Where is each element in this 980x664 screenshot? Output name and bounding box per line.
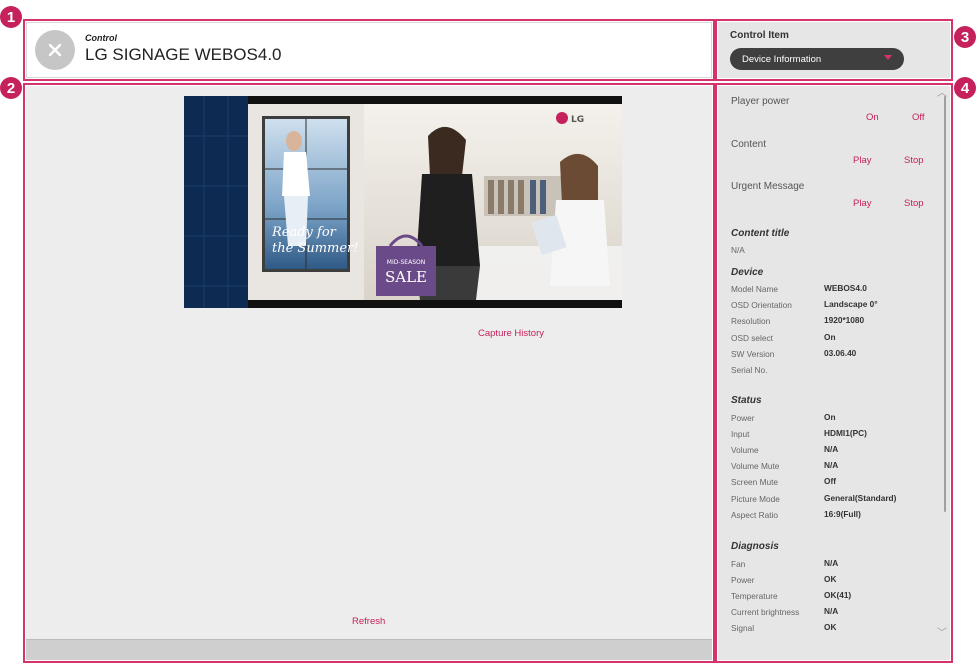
chevron-down-icon[interactable]: ﹀ xyxy=(937,624,947,639)
status-row-value: On xyxy=(824,412,836,422)
status-heading: Status xyxy=(731,395,762,406)
page-title: LG SIGNAGE WEBOS4.0 xyxy=(85,45,282,64)
player-power-off-button[interactable]: Off xyxy=(912,112,925,123)
header-small-label: Control xyxy=(85,33,117,43)
player-power-on-button[interactable]: On xyxy=(866,112,879,123)
diagnosis-row-label: Fan xyxy=(731,559,746,569)
main-footer-bar xyxy=(26,639,712,660)
signage-capture-image: Ready for the Summer! MID-SEASON SALE LG xyxy=(184,96,622,308)
header-panel: Control LG SIGNAGE WEBOS4.0 xyxy=(26,22,712,78)
content-group: Content Play Stop xyxy=(731,139,931,166)
content-stop-button[interactable]: Stop xyxy=(904,155,924,166)
screen-capture-preview: Ready for the Summer! MID-SEASON SALE LG xyxy=(184,96,622,308)
status-row-value: Off xyxy=(824,476,836,487)
device-row-value: On xyxy=(824,331,836,342)
device-row-value: WEBOS4.0 xyxy=(824,283,867,293)
poster-text-line1: Ready for xyxy=(271,225,337,240)
urgent-play-button[interactable]: Play xyxy=(853,198,871,209)
refresh-link[interactable]: Refresh xyxy=(352,616,385,627)
bag-sale-text: SALE xyxy=(385,268,427,286)
poster-text-line2: the Summer! xyxy=(272,241,359,256)
diagnosis-row-label: Temperature xyxy=(731,591,778,602)
diagnosis-row-label: Power xyxy=(731,575,755,586)
diagnosis-row-value: N/A xyxy=(824,558,839,568)
device-row-label: Model Name xyxy=(731,284,779,294)
callout-marker-3: 3 xyxy=(954,26,976,48)
device-heading: Device xyxy=(731,267,764,278)
diagnosis-row-value: OK xyxy=(824,574,837,585)
control-item-selected: Device Information xyxy=(742,53,822,65)
diagnosis-row-value: OK xyxy=(824,622,837,633)
diagnosis-row-value: N/A xyxy=(824,606,839,617)
device-row-label: Serial No. xyxy=(731,365,768,375)
control-item-select[interactable]: Device Information xyxy=(730,48,904,70)
player-power-group: Player power On Off xyxy=(731,96,931,123)
status-row-label: Aspect Ratio xyxy=(731,509,779,520)
device-row-label: OSD Orientation xyxy=(731,300,792,311)
status-row-label: Picture Mode xyxy=(731,493,780,504)
device-row-label: Resolution xyxy=(731,316,771,327)
bag-small-text: MID-SEASON xyxy=(387,259,425,266)
control-item-label: Control Item xyxy=(730,30,789,41)
content-play-button[interactable]: Play xyxy=(853,155,871,166)
callout-marker-2: 2 xyxy=(0,77,22,99)
device-row-value: Landscape 0° xyxy=(824,299,878,310)
device-row-value: 03.06.40 xyxy=(824,347,857,358)
status-row-value: HDMI1(PC) xyxy=(824,428,867,439)
diagnosis-row-value: OK(41) xyxy=(824,590,852,601)
content-title-value: N/A xyxy=(731,245,745,255)
status-row-value: N/A xyxy=(824,460,839,471)
diagnosis-row-label: Current brightness xyxy=(731,607,800,618)
status-row-label: Power xyxy=(731,413,755,423)
status-row-value: N/A xyxy=(824,444,839,455)
status-row-label: Screen Mute xyxy=(731,477,779,488)
control-item-panel: Control Item Device Information xyxy=(718,22,950,78)
status-row-value: 16:9(Full) xyxy=(824,508,861,519)
device-row-label: OSD select xyxy=(731,332,773,343)
urgent-message-group: Urgent Message Play Stop xyxy=(731,181,931,209)
status-row-label: Input xyxy=(731,429,750,440)
lg-logo-text: LG xyxy=(571,115,584,125)
callout-marker-1: 1 xyxy=(0,6,22,28)
device-row-value: 1920*1080 xyxy=(824,315,865,326)
status-row-label: Volume Mute xyxy=(731,461,780,472)
player-power-label: Player power xyxy=(731,96,790,107)
urgent-message-label: Urgent Message xyxy=(731,181,805,192)
device-info-panel: ︿ ﹀ Player power On Off Content Play Sto… xyxy=(718,86,950,660)
device-row-label: SW Version xyxy=(731,348,775,359)
scrollbar[interactable] xyxy=(944,96,946,512)
status-row-label: Volume xyxy=(731,445,759,456)
chevron-down-icon xyxy=(884,55,892,60)
content-title-heading: Content title xyxy=(731,228,790,239)
close-button[interactable] xyxy=(35,30,75,70)
capture-history-link[interactable]: Capture History xyxy=(478,328,544,339)
close-icon xyxy=(48,43,62,57)
callout-marker-4: 4 xyxy=(954,77,976,99)
urgent-stop-button[interactable]: Stop xyxy=(904,198,924,209)
main-panel: Ready for the Summer! MID-SEASON SALE LG… xyxy=(26,86,712,660)
diagnosis-heading: Diagnosis xyxy=(731,541,779,552)
diagnosis-row-label: Signal xyxy=(731,623,755,634)
status-row-value: General(Standard) xyxy=(824,492,897,503)
content-label: Content xyxy=(731,139,767,150)
